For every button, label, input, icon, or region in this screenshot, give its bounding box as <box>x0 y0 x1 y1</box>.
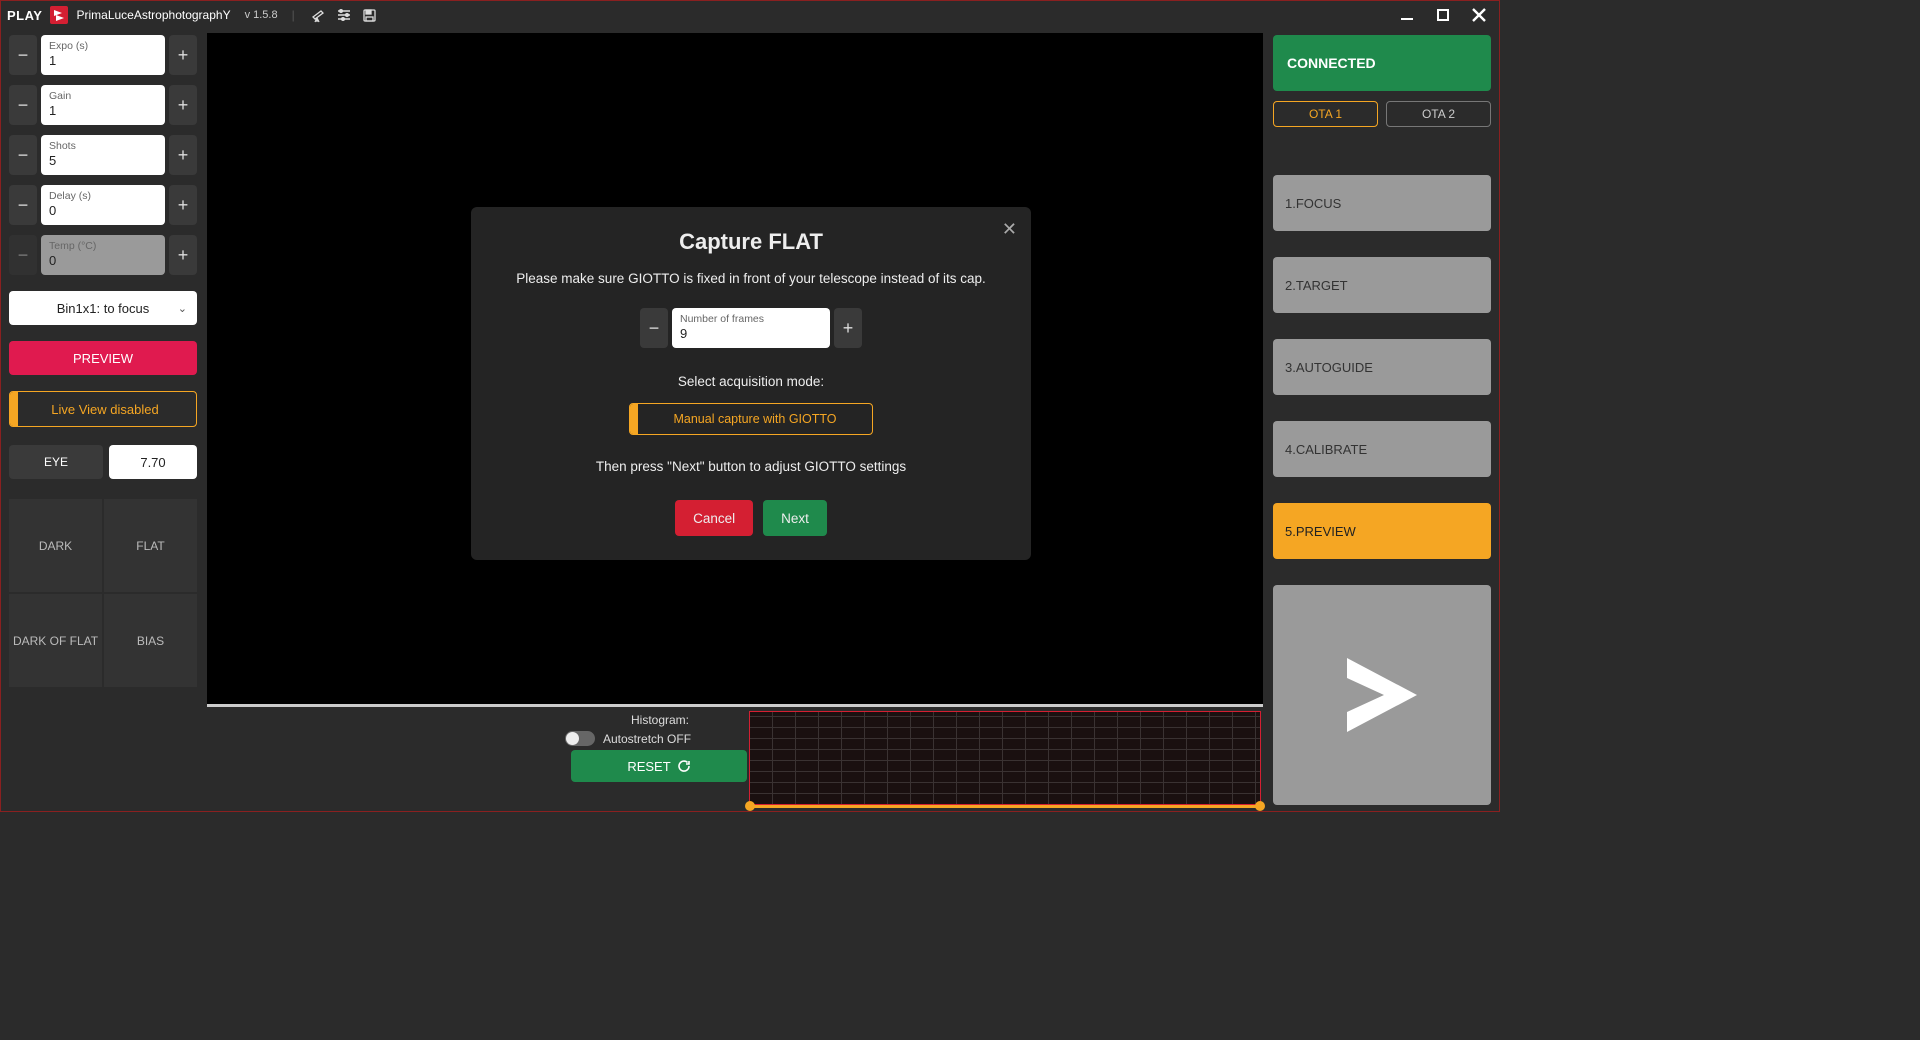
histogram-title: Histogram: <box>559 713 747 727</box>
window-maximize-icon[interactable] <box>1429 4 1457 26</box>
histogram-range-slider[interactable] <box>750 805 1260 808</box>
shots-decrement[interactable]: − <box>9 135 37 175</box>
reset-button[interactable]: RESET <box>571 750 747 782</box>
autostretch-toggle[interactable] <box>565 731 595 746</box>
sliders-icon[interactable] <box>335 6 353 24</box>
telescope-icon[interactable] <box>309 6 327 24</box>
chevron-down-icon: ⌄ <box>178 302 187 315</box>
acquisition-mode-button[interactable]: Manual capture with GIOTTO <box>629 403 873 435</box>
shots-increment[interactable]: + <box>169 135 197 175</box>
step-calibrate[interactable]: 4.CALIBRATE <box>1273 421 1491 477</box>
flat-button[interactable]: FLAT <box>104 499 197 592</box>
dark-of-flat-button[interactable]: DARK OF FLAT <box>9 594 102 687</box>
app-name: PrimaLuceAstrophotographY <box>76 8 230 22</box>
expo-field[interactable]: Expo (s) 1 <box>41 35 165 75</box>
cancel-button[interactable]: Cancel <box>675 500 753 536</box>
histogram-panel: Histogram: Autostretch OFF RESET <box>205 707 1265 811</box>
delay-increment[interactable]: + <box>169 185 197 225</box>
step-target[interactable]: 2.TARGET <box>1273 257 1491 313</box>
expo-stepper: − Expo (s) 1 + <box>9 35 197 75</box>
eye-button[interactable]: EYE <box>9 445 103 479</box>
frames-field[interactable]: Number of frames 9 <box>672 308 830 348</box>
histogram-plot[interactable] <box>749 711 1261 805</box>
modal-title: Capture FLAT <box>501 229 1001 255</box>
step-focus[interactable]: 1.FOCUS <box>1273 175 1491 231</box>
frames-decrement[interactable]: − <box>640 308 668 348</box>
refresh-icon <box>677 759 691 773</box>
gain-field[interactable]: Gain 1 <box>41 85 165 125</box>
shots-field[interactable]: Shots 5 <box>41 135 165 175</box>
autostretch-label: Autostretch OFF <box>603 732 691 746</box>
connected-button[interactable]: CONNECTED <box>1273 35 1491 91</box>
capture-flat-modal: ✕ Capture FLAT Please make sure GIOTTO i… <box>471 207 1031 560</box>
right-sidebar: CONNECTED OTA 1 OTA 2 1.FOCUS 2.TARGET 3… <box>1265 29 1499 811</box>
window-minimize-icon[interactable] <box>1393 4 1421 26</box>
frames-stepper: − Number of frames 9 + <box>640 308 862 348</box>
delay-field[interactable]: Delay (s) 0 <box>41 185 165 225</box>
temp-stepper: − Temp (°C) 0 + <box>9 235 197 275</box>
start-sequence-button[interactable] <box>1273 585 1491 805</box>
temp-increment[interactable]: + <box>169 235 197 275</box>
save-icon[interactable] <box>361 6 379 24</box>
modal-description: Please make sure GIOTTO is fixed in fron… <box>501 271 1001 286</box>
binning-dropdown[interactable]: Bin1x1: to focus ⌄ <box>9 291 197 325</box>
temp-decrement: − <box>9 235 37 275</box>
temp-field: Temp (°C) 0 <box>41 235 165 275</box>
titlebar: PLAY PrimaLuceAstrophotographY v 1.5.8 | <box>1 1 1499 29</box>
gain-decrement[interactable]: − <box>9 85 37 125</box>
gain-increment[interactable]: + <box>169 85 197 125</box>
bias-button[interactable]: BIAS <box>104 594 197 687</box>
calibration-grid: DARK FLAT DARK OF FLAT BIAS <box>9 499 197 687</box>
shots-stepper: − Shots 5 + <box>9 135 197 175</box>
preview-button[interactable]: PREVIEW <box>9 341 197 375</box>
next-button[interactable]: Next <box>763 500 827 536</box>
step-autoguide[interactable]: 3.AUTOGUIDE <box>1273 339 1491 395</box>
window-close-icon[interactable] <box>1465 4 1493 26</box>
delay-decrement[interactable]: − <box>9 185 37 225</box>
ota1-button[interactable]: OTA 1 <box>1273 101 1378 127</box>
expo-decrement[interactable]: − <box>9 35 37 75</box>
expo-increment[interactable]: + <box>169 35 197 75</box>
left-sidebar: − Expo (s) 1 + − Gain 1 + − Shots 5 + − <box>1 29 205 811</box>
app-logo-icon <box>50 6 68 24</box>
modal-close-icon[interactable]: ✕ <box>1002 219 1017 240</box>
frames-increment[interactable]: + <box>834 308 862 348</box>
modal-instruction: Then press "Next" button to adjust GIOTT… <box>501 459 1001 474</box>
delay-stepper: − Delay (s) 0 + <box>9 185 197 225</box>
gain-stepper: − Gain 1 + <box>9 85 197 125</box>
app-version: v 1.5.8 <box>245 9 278 21</box>
dark-button[interactable]: DARK <box>9 499 102 592</box>
play-icon <box>1332 650 1432 740</box>
ota2-button[interactable]: OTA 2 <box>1386 101 1491 127</box>
play-logo-text: PLAY <box>7 8 42 23</box>
step-preview[interactable]: 5.PREVIEW <box>1273 503 1491 559</box>
liveview-button[interactable]: Live View disabled <box>9 391 197 427</box>
eye-value[interactable]: 7.70 <box>109 445 197 479</box>
modal-mode-title: Select acquisition mode: <box>501 374 1001 389</box>
